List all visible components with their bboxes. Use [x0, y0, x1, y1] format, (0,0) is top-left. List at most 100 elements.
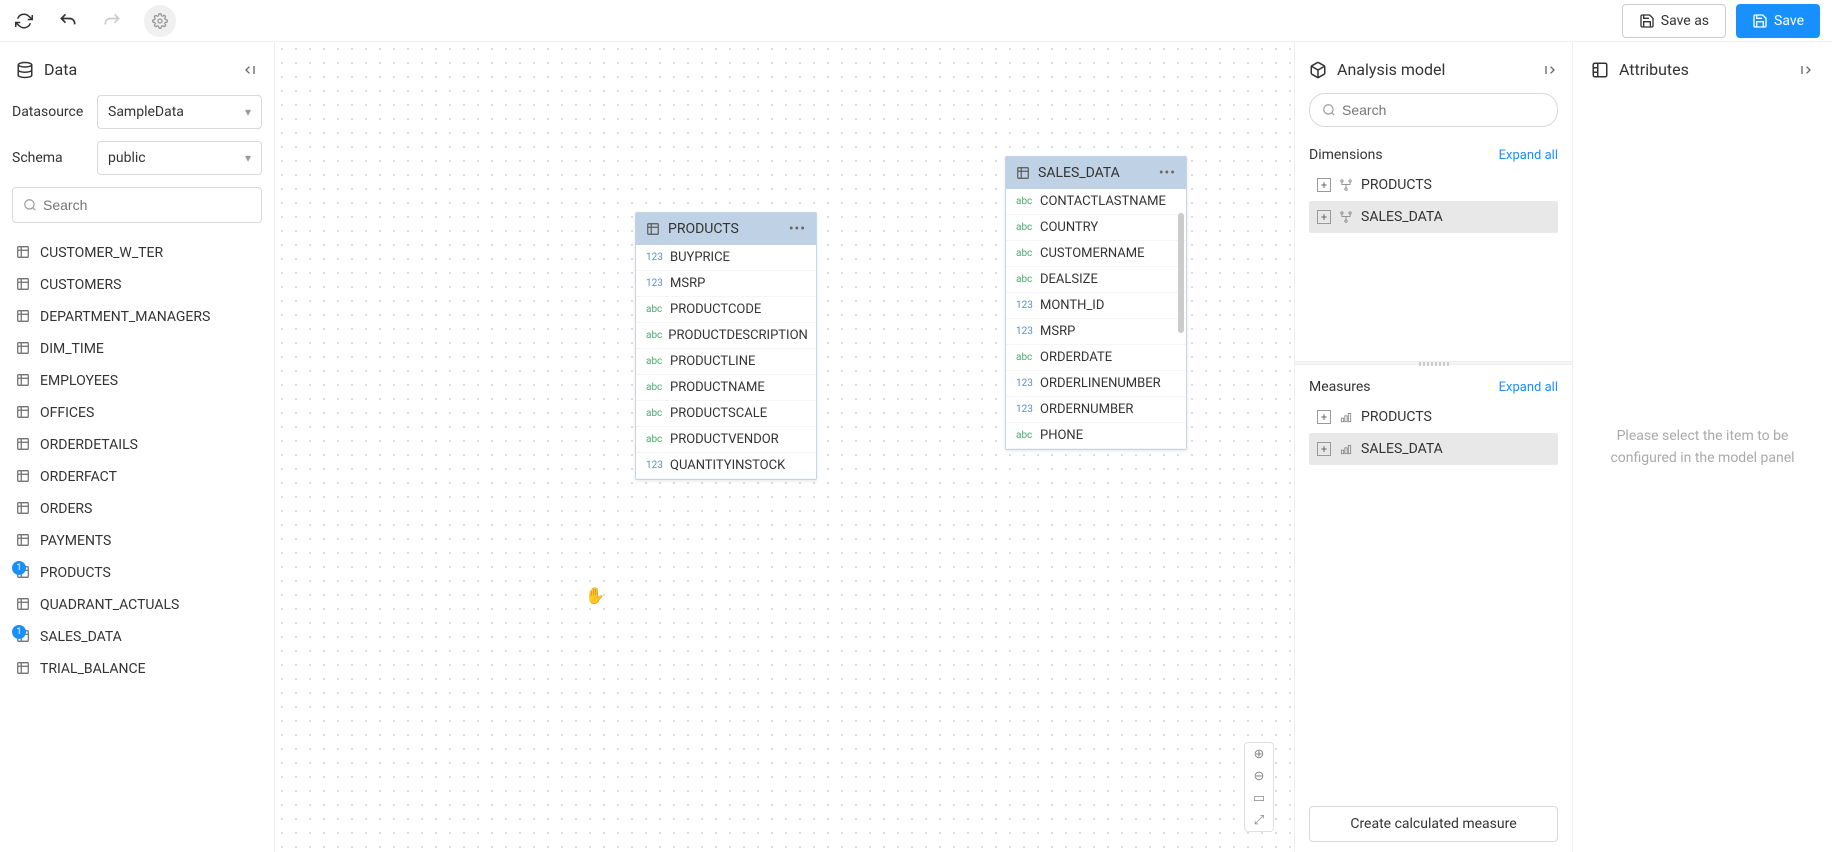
- scrollbar[interactable]: [1178, 193, 1186, 449]
- column-type-icon: 123: [1016, 404, 1034, 415]
- model-title: Analysis model: [1337, 60, 1532, 79]
- save-button[interactable]: Save: [1736, 4, 1820, 38]
- canvas-table-body: abcCONTACTLASTNAMEabcCOUNTRYabcCUSTOMERN…: [1006, 189, 1186, 449]
- table-icon: [16, 661, 32, 677]
- table-menu-icon[interactable]: •••: [789, 221, 806, 237]
- column-item[interactable]: abcPRODUCTDESCRIPTION: [636, 323, 816, 349]
- column-item[interactable]: abcCOUNTRY: [1006, 215, 1186, 241]
- collapse-right-icon[interactable]: [1542, 62, 1558, 78]
- table-item[interactable]: DEPARTMENT_MANAGERS: [12, 301, 262, 333]
- table-icon: [16, 309, 32, 325]
- column-type-icon: abc: [1016, 430, 1034, 441]
- expand-icon[interactable]: +: [1317, 178, 1331, 192]
- expand-icon[interactable]: +: [1317, 210, 1331, 224]
- table-item[interactable]: QUADRANT_ACTUALS: [12, 589, 262, 621]
- column-item[interactable]: abcDEALSIZE: [1006, 267, 1186, 293]
- canvas[interactable]: PRODUCTS ••• 123BUYPRICE123MSRPabcPRODUC…: [275, 42, 1294, 852]
- table-item[interactable]: OFFICES: [12, 397, 262, 429]
- model-search-input[interactable]: [1342, 102, 1545, 118]
- column-item[interactable]: 123ORDERNUMBER: [1006, 397, 1186, 423]
- zoom-fit-icon[interactable]: ▭: [1245, 787, 1273, 809]
- column-item[interactable]: 123MSRP: [1006, 319, 1186, 345]
- gear-icon[interactable]: [144, 5, 176, 37]
- canvas-table-products[interactable]: PRODUCTS ••• 123BUYPRICE123MSRPabcPRODUC…: [635, 212, 817, 480]
- table-item[interactable]: DIM_TIME: [12, 333, 262, 365]
- canvas-table-header[interactable]: PRODUCTS •••: [636, 213, 816, 245]
- datasource-select[interactable]: SampleData ▾: [97, 95, 262, 129]
- table-item[interactable]: 1PRODUCTS: [12, 557, 262, 589]
- tree-item[interactable]: +SALES_DATA: [1309, 433, 1558, 465]
- schema-select[interactable]: public ▾: [97, 141, 262, 175]
- tree-type-icon: [1339, 178, 1353, 192]
- table-search-input[interactable]: [43, 197, 251, 213]
- canvas-table-sales[interactable]: SALES_DATA ••• abcCONTACTLASTNAMEabcCOUN…: [1005, 156, 1187, 450]
- column-item[interactable]: 123 MSRP: [636, 271, 816, 297]
- expand-icon[interactable]: +: [1317, 410, 1331, 424]
- table-item[interactable]: 1SALES_DATA: [12, 621, 262, 653]
- table-item[interactable]: CUSTOMER_W_TER: [12, 237, 262, 269]
- expand-all-measures[interactable]: Expand all: [1499, 380, 1558, 395]
- panel-divider[interactable]: [1295, 361, 1572, 365]
- zoom-in-icon[interactable]: ⊕: [1245, 743, 1273, 765]
- column-item[interactable]: abcPRODUCTCODE: [636, 297, 816, 323]
- column-item[interactable]: abcPRODUCTLINE: [636, 349, 816, 375]
- create-calculated-measure-button[interactable]: Create calculated measure: [1309, 806, 1558, 842]
- column-item[interactable]: abcPRODUCTNAME: [636, 375, 816, 401]
- column-item[interactable]: 123ORDERLINENUMBER: [1006, 371, 1186, 397]
- zoom-out-icon[interactable]: ⊖: [1245, 765, 1273, 787]
- column-type-icon: 123: [646, 278, 664, 289]
- expand-icon[interactable]: +: [1317, 442, 1331, 456]
- column-item[interactable]: 123MONTH_ID: [1006, 293, 1186, 319]
- search-input-wrapper[interactable]: [12, 187, 262, 223]
- column-type-icon: abc: [646, 304, 664, 315]
- tree-item[interactable]: + PRODUCTS: [1309, 169, 1558, 201]
- attr-title: Attributes: [1619, 60, 1788, 79]
- table-item[interactable]: ORDERS: [12, 493, 262, 525]
- database-icon: [16, 61, 34, 79]
- table-item-label: ORDERDETAILS: [40, 437, 138, 453]
- canvas-table-header[interactable]: SALES_DATA •••: [1006, 157, 1186, 189]
- table-item[interactable]: ORDERDETAILS: [12, 429, 262, 461]
- tree-item[interactable]: +PRODUCTS: [1309, 401, 1558, 433]
- column-item[interactable]: abcPHONE: [1006, 423, 1186, 449]
- schema-label: Schema: [12, 150, 87, 166]
- column-type-icon: abc: [1016, 352, 1034, 363]
- table-item-label: OFFICES: [40, 405, 94, 421]
- column-type-icon: abc: [646, 330, 662, 341]
- tree-item[interactable]: +SALES_DATA: [1309, 201, 1558, 233]
- column-item[interactable]: abcPRODUCTVENDOR: [636, 427, 816, 453]
- column-name: CUSTOMERNAME: [1040, 246, 1145, 261]
- tree-item-label: PRODUCTS: [1361, 177, 1432, 193]
- table-item-label: CUSTOMER_W_TER: [40, 245, 163, 261]
- table-item[interactable]: CUSTOMERS: [12, 269, 262, 301]
- column-item[interactable]: abcPRODUCTSCALE: [636, 401, 816, 427]
- column-item[interactable]: abc ORDERDATE: [1006, 345, 1186, 371]
- column-item[interactable]: 123BUYPRICE: [636, 245, 816, 271]
- column-name: ORDERDATE: [1040, 350, 1112, 365]
- column-item[interactable]: abcCUSTOMERNAME: [1006, 241, 1186, 267]
- column-name: MSRP: [670, 276, 705, 291]
- model-search-wrapper[interactable]: [1309, 93, 1558, 127]
- column-type-icon: 123: [646, 460, 664, 471]
- save-as-button[interactable]: Save as: [1622, 4, 1726, 38]
- table-item[interactable]: ORDERFACT: [12, 461, 262, 493]
- table-item[interactable]: PAYMENTS: [12, 525, 262, 557]
- column-item[interactable]: 123QUANTITYINSTOCK: [636, 453, 816, 479]
- table-menu-icon[interactable]: •••: [1159, 165, 1176, 181]
- table-item-label: QUADRANT_ACTUALS: [40, 597, 179, 613]
- undo-icon[interactable]: [56, 9, 80, 33]
- expand-all-dimensions[interactable]: Expand all: [1499, 148, 1558, 163]
- table-list: CUSTOMER_W_TER CUSTOMERSDEPARTMENT_MANAGE…: [12, 237, 262, 842]
- column-type-icon: abc: [1016, 222, 1034, 233]
- zoom-reset-icon[interactable]: ⤢: [1245, 809, 1273, 831]
- collapse-left-icon[interactable]: [242, 62, 258, 78]
- table-icon: [1016, 166, 1030, 180]
- collapse-attr-icon[interactable]: [1798, 62, 1814, 78]
- column-item[interactable]: abcCONTACTLASTNAME: [1006, 189, 1186, 215]
- analysis-model-panel: Analysis model Dimensions Expand all +PR…: [1294, 42, 1572, 852]
- column-type-icon: 123: [646, 252, 664, 263]
- refresh-icon[interactable]: [12, 9, 36, 33]
- search-icon: [23, 198, 37, 212]
- table-item[interactable]: EMPLOYEES: [12, 365, 262, 397]
- table-item[interactable]: TRIAL_BALANCE: [12, 653, 262, 685]
